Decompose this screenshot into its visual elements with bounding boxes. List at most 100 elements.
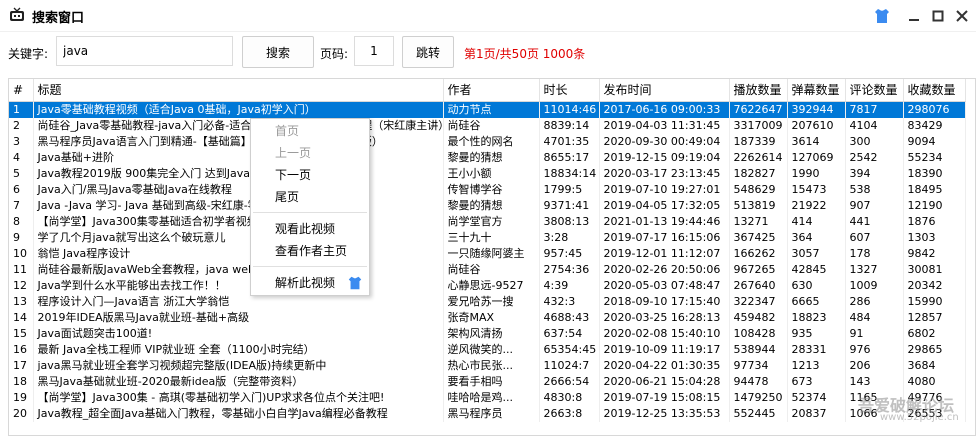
menu-separator [253, 212, 367, 213]
menu-item-next-page[interactable]: 下一页 [275, 165, 365, 185]
cell-duration: 1799:5 [539, 181, 600, 198]
cell-plays: 367425 [729, 229, 788, 246]
menu-item-prev-page[interactable]: 上一页 [275, 143, 365, 163]
cell-comments: 538 [845, 181, 904, 198]
cell-comments: 1009 [845, 277, 904, 294]
keyword-input[interactable] [56, 36, 233, 66]
cell-plays: 538944 [729, 341, 788, 358]
table-row[interactable]: 7 Java -Java 学习- Java 基础到高级-宋红康-零基础自学Java… [9, 197, 966, 214]
cell-duration: 3:28 [539, 229, 600, 246]
cell-index: 20 [9, 405, 34, 422]
cell-publish-time: 2019-04-03 11:31:45 [599, 117, 730, 134]
jump-button[interactable]: 跳转 [402, 36, 454, 68]
table-row[interactable]: 9 学了几个月java就写出这么个破玩意儿 三十九十 3:28 2019-07-17 1… [9, 229, 966, 246]
cell-publish-time: 2020-03-17 23:13:45 [599, 165, 730, 182]
cell-author: 三十九十 [443, 229, 540, 246]
cell-publish-time: 2019-12-15 09:19:04 [599, 149, 730, 166]
cell-plays: 459482 [729, 309, 788, 326]
cell-author: 黎曼的猜想 [443, 197, 540, 214]
maximize-icon[interactable] [926, 4, 950, 28]
page-info-text: 第1页/共50页 1000条 [464, 47, 586, 61]
table-row[interactable]: 2 尚硅谷_Java零基础教程-java入门必备-适合初学者的全套完整版教程（宋红… [9, 117, 966, 134]
table-row[interactable]: 5 Java教程2019版 900集完全入门 达到Java中级工程师水平 王小小额 1… [9, 165, 966, 182]
table-row[interactable]: 8 【尚学堂】Java300集零基础适合初学者视频教程 尚学堂官方 3808:13 20… [9, 213, 966, 230]
column-header-danmaku[interactable]: 弹幕数量 [787, 79, 846, 102]
table-row[interactable]: 20 Java教程_超全面Java基础入门教程，零基础小白自学Java编程必备教程… [9, 405, 966, 422]
cell-danmaku: 21922 [787, 197, 846, 214]
table-row[interactable]: 3 黑马程序员Java语言入门到精通-【基础篇】2020全新版本（IDEA版） 最个… [9, 133, 966, 150]
table-row[interactable]: 12 Java学到什么水平能够出去找工作！！ 心静思远-9527 4:39 2020-0… [9, 277, 966, 294]
cell-comments: 143 [845, 373, 904, 390]
table-row[interactable]: 17 java黑马就业班全套学习视频超完整版(IDEA版)持续更新中 热心市民张..… [9, 357, 966, 374]
cell-title: Java零基础教程视频（适合Java 0基础，Java初学入门） [33, 101, 444, 118]
cell-favorites: 15990 [903, 293, 966, 310]
menu-item-watch-video[interactable]: 观看此视频 [275, 219, 365, 239]
cell-favorites: 4080 [903, 373, 966, 390]
search-button[interactable]: 搜索 [242, 36, 314, 68]
cell-title: 2019年IDEA版黑马Java就业班-基础+高级 [33, 309, 444, 326]
tv-app-icon [9, 7, 25, 23]
cell-duration: 3808:13 [539, 213, 600, 230]
menu-item-first-page[interactable]: 首页 [275, 121, 365, 141]
page-number-input[interactable] [354, 36, 394, 66]
cell-index: 3 [9, 133, 34, 150]
cell-plays: 967265 [729, 261, 788, 278]
cell-favorites: 55234 [903, 149, 966, 166]
cell-publish-time: 2019-07-17 16:15:06 [599, 229, 730, 246]
cell-danmaku: 1213 [787, 357, 846, 374]
cell-comments: 286 [845, 293, 904, 310]
close-icon[interactable] [950, 4, 974, 28]
table-row[interactable]: 13 程序设计入门—Java语言 浙江大学翁恺 爱兄哈苏一搜 432:3 2018-09… [9, 293, 966, 310]
cell-favorites: 83429 [903, 117, 966, 134]
column-header-title[interactable]: 标题 [33, 79, 444, 102]
cell-duration: 9371:41 [539, 197, 600, 214]
cell-danmaku: 6665 [787, 293, 846, 310]
column-header-publish-time[interactable]: 发布时间 [599, 79, 730, 102]
cell-comments: 4104 [845, 117, 904, 134]
cell-comments: 300 [845, 133, 904, 150]
title-bar: 搜索窗口 [0, 0, 976, 32]
menu-item-author-homepage[interactable]: 查看作者主页 [275, 241, 365, 261]
cell-plays: 182827 [729, 165, 788, 182]
table-row[interactable]: 19 【尚学堂】Java300集 - 高琪(零基础初学入门)UP求求各位点个关注吧… [9, 389, 966, 406]
menu-item-last-page[interactable]: 尾页 [275, 187, 365, 207]
results-table[interactable]: # 标题 作者 时长 发布时间 播放数量 弹幕数量 评论数量 收藏数量 1 Jav… [8, 78, 976, 436]
table-row[interactable]: 1 Java零基础教程视频（适合Java 0基础，Java初学入门） 动力节点 110… [9, 101, 966, 118]
cell-index: 11 [9, 261, 34, 278]
table-row[interactable]: 14 2019年IDEA版黑马Java就业班-基础+高级 张奇MAX 4688:43 2… [9, 309, 966, 326]
table-row[interactable]: 6 Java入门/黑马Java零基础Java在线教程 传智博学谷 1799:5 2019… [9, 181, 966, 198]
table-row[interactable]: 4 Java基础+进阶 黎曼的猜想 8655:17 2019-12-15 09:19:0… [9, 149, 966, 166]
cell-favorites: 3684 [903, 357, 966, 374]
table-row[interactable]: 11 尚硅谷最新版JavaWeb全套教程，java web零基础入门完整版 尚硅谷 2… [9, 261, 966, 278]
skin-icon[interactable] [870, 4, 894, 28]
table-row[interactable]: 16 最新 Java全栈工程师 VIP就业班 全套（1100小时完结） 逆风微笑的.… [9, 341, 966, 358]
cell-comments: 2542 [845, 149, 904, 166]
column-header-index[interactable]: # [9, 79, 34, 102]
cell-plays: 1479250 [729, 389, 788, 406]
cell-index: 15 [9, 325, 34, 342]
cell-favorites: 12190 [903, 197, 966, 214]
cell-publish-time: 2020-02-08 15:40:10 [599, 325, 730, 342]
cell-danmaku: 3614 [787, 133, 846, 150]
cell-author: 哇哈哈是鸡... [443, 389, 540, 406]
cell-author: 爱兄哈苏一搜 [443, 293, 540, 310]
column-header-author[interactable]: 作者 [443, 79, 540, 102]
watermark-url: www.52pojie.cn [880, 412, 959, 423]
column-header-plays[interactable]: 播放数量 [729, 79, 788, 102]
table-row[interactable]: 15 Java面试题突击100道! 架构风清扬 637:54 2020-02-08 15… [9, 325, 966, 342]
cell-index: 4 [9, 149, 34, 166]
column-header-duration[interactable]: 时长 [539, 79, 600, 102]
cell-author: 要看手相吗 [443, 373, 540, 390]
table-row[interactable]: 18 黑马Java基础就业班-2020最新idea版（完整带资料） 要看手相吗 266… [9, 373, 966, 390]
cell-author: 传智博学谷 [443, 181, 540, 198]
cell-danmaku: 414 [787, 213, 846, 230]
column-header-favorites[interactable]: 收藏数量 [903, 79, 966, 102]
cell-plays: 3317009 [729, 117, 788, 134]
cell-publish-time: 2017-06-16 09:00:33 [599, 101, 730, 118]
column-header-comments[interactable]: 评论数量 [845, 79, 904, 102]
cell-duration: 4830:8 [539, 389, 600, 406]
minimize-icon[interactable] [902, 4, 926, 28]
table-row[interactable]: 10 翁恺 Java程序设计 一只随缘阿婆主 957:45 2019-12-01 11:… [9, 245, 966, 262]
cell-author: 逆风微笑的... [443, 341, 540, 358]
cell-duration: 8655:17 [539, 149, 600, 166]
